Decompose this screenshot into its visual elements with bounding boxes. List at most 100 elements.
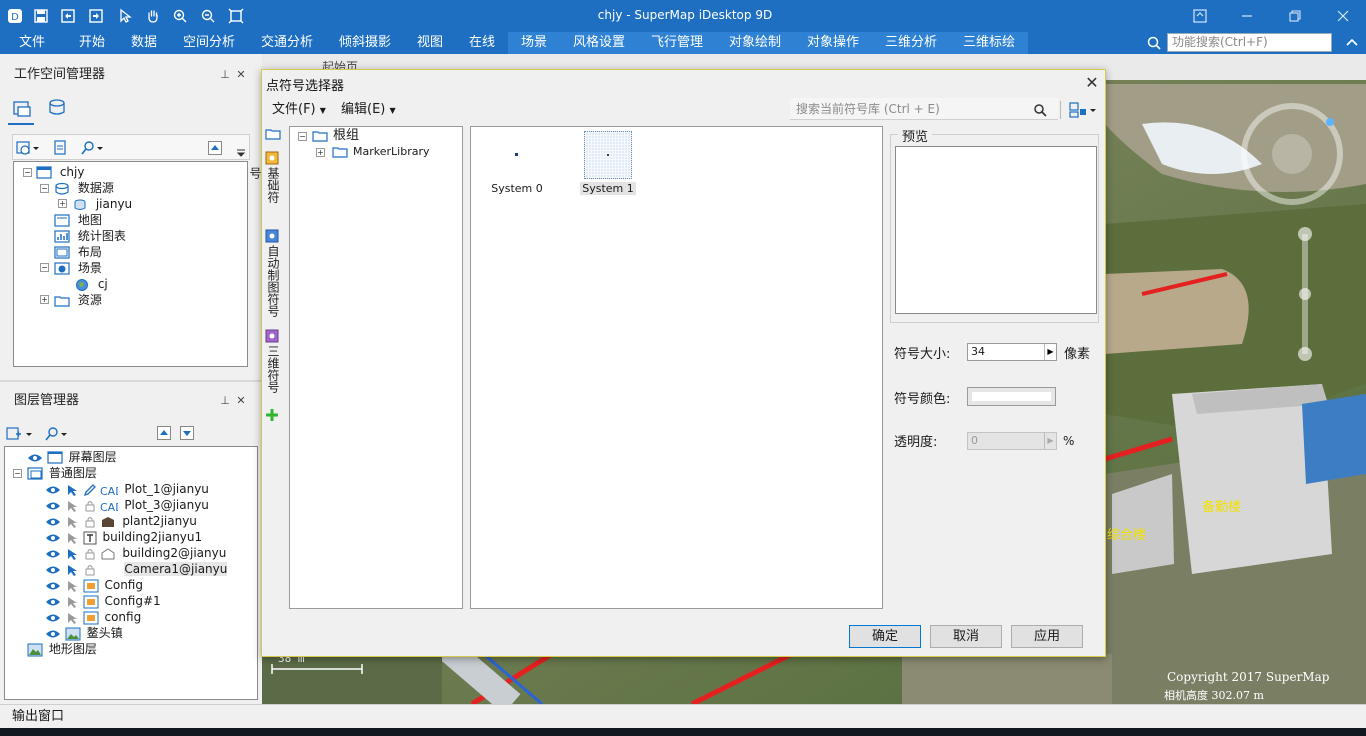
eye-icon[interactable] xyxy=(45,580,61,592)
close-window-icon[interactable] xyxy=(1328,4,1358,28)
menu-object-operation[interactable]: 对象操作 xyxy=(794,32,872,54)
save-icon[interactable] xyxy=(30,5,52,27)
expand-toggle[interactable]: + xyxy=(58,199,67,208)
eye-icon[interactable] xyxy=(45,516,61,528)
layer-row[interactable]: plant2jianyu xyxy=(45,513,197,529)
symbol-item-system-0[interactable]: System 0 xyxy=(481,129,553,199)
full-extent-icon[interactable] xyxy=(225,5,247,27)
menu-object-draw[interactable]: 对象绘制 xyxy=(716,32,794,54)
spin-right-icon[interactable]: ▶ xyxy=(1044,344,1056,360)
move-up-icon[interactable] xyxy=(157,426,171,440)
tab-auto-map-symbols[interactable]: 自动制图符号 xyxy=(264,245,282,317)
restore-icon[interactable] xyxy=(1280,4,1310,28)
lock-icon[interactable] xyxy=(83,563,97,577)
tree-node-scene-cj[interactable]: cj xyxy=(74,276,108,292)
eye-icon[interactable] xyxy=(45,564,61,576)
tab-basic-symbols[interactable]: 基础符号 xyxy=(248,167,282,211)
layer-row[interactable]: building2jianyu1 xyxy=(45,529,202,545)
dialog-menu-file[interactable]: 文件(F) ▼ xyxy=(272,101,326,119)
opacity-input[interactable]: 0 ▶ xyxy=(967,432,1057,450)
search-icon[interactable] xyxy=(1146,35,1162,51)
search-icon[interactable] xyxy=(1033,103,1047,117)
layer-row[interactable]: 鳌头镇 xyxy=(45,625,123,641)
layer-row[interactable]: building2@jianyu xyxy=(45,545,226,561)
tree-node-root-group[interactable]: 根组 xyxy=(333,128,359,144)
folder-icon[interactable] xyxy=(265,127,281,141)
menu-3d-analysis[interactable]: 三维分析 xyxy=(872,32,950,54)
view-mode-icon[interactable] xyxy=(1068,101,1100,119)
tree-node-terrain-layer[interactable]: 地形图层 xyxy=(27,641,97,657)
tree-node-datasource-jianyu[interactable]: jianyu xyxy=(72,196,132,212)
menu-file[interactable]: 文件 xyxy=(8,32,56,54)
apply-button[interactable]: 应用 xyxy=(1011,625,1083,648)
dialog-menu-edit[interactable]: 编辑(E) ▼ xyxy=(341,101,396,119)
eye-icon[interactable] xyxy=(45,532,61,544)
tree-node-maps[interactable]: 地图 xyxy=(54,212,102,228)
editable-pen-icon[interactable] xyxy=(83,483,97,497)
close-file-icon[interactable] xyxy=(85,5,107,27)
resource-tab-icon[interactable] xyxy=(46,98,68,118)
tree-node-marker-library[interactable]: MarkerLibrary xyxy=(353,144,429,160)
zoom-out-icon[interactable] xyxy=(197,5,219,27)
menu-view[interactable]: 视图 xyxy=(410,32,450,54)
minimize-icon[interactable] xyxy=(1232,4,1262,28)
expand-toggle[interactable]: + xyxy=(316,148,325,157)
document-icon[interactable] xyxy=(52,140,68,156)
add-icon[interactable] xyxy=(264,407,280,423)
menu-style-settings[interactable]: 风格设置 xyxy=(560,32,638,54)
panel-splitter[interactable] xyxy=(0,380,262,382)
selectable-arrow-icon[interactable] xyxy=(65,531,79,545)
toolbar-overflow-icon[interactable] xyxy=(236,148,246,158)
open-icon[interactable] xyxy=(57,5,79,27)
layer-row[interactable]: CAD Plot_3@jianyu xyxy=(45,497,209,513)
output-window-tab[interactable]: 输出窗口 xyxy=(0,704,1366,728)
symbol-size-input[interactable]: 34 ▶ xyxy=(967,343,1057,361)
lock-icon[interactable] xyxy=(83,515,97,529)
menu-online[interactable]: 在线 xyxy=(462,32,502,54)
selectable-arrow-icon[interactable] xyxy=(65,547,79,561)
tree-node-charts[interactable]: 统计图表 xyxy=(54,228,126,244)
move-down-icon[interactable] xyxy=(180,426,194,440)
menu-spatial-analysis[interactable]: 空间分析 xyxy=(176,32,242,54)
selectable-arrow-icon[interactable] xyxy=(65,579,79,593)
selectable-arrow-icon[interactable] xyxy=(65,515,79,529)
menu-start[interactable]: 开始 xyxy=(68,32,116,54)
tree-node-datasources[interactable]: 数据源 xyxy=(54,180,114,196)
collapse-toggle[interactable]: − xyxy=(23,168,32,177)
cancel-button[interactable]: 取消 xyxy=(930,625,1002,648)
tree-node-workspace[interactable]: chjy xyxy=(36,164,84,180)
eye-icon[interactable] xyxy=(27,452,43,464)
app-logo-icon[interactable]: D xyxy=(4,5,26,27)
collapse-toggle[interactable]: − xyxy=(40,263,49,272)
function-search-input[interactable]: 功能搜索(Ctrl+F) xyxy=(1167,33,1332,52)
pin-icon[interactable]: ⊥ xyxy=(218,394,232,408)
layer-row[interactable]: config xyxy=(45,609,141,625)
layer-row[interactable]: CAD Plot_1@jianyu xyxy=(45,481,209,497)
menu-scene[interactable]: 场景 xyxy=(508,32,560,54)
eye-icon[interactable] xyxy=(45,612,61,624)
eye-icon[interactable] xyxy=(45,484,61,496)
close-icon[interactable]: ✕ xyxy=(234,68,248,82)
add-layer-icon[interactable] xyxy=(6,426,34,442)
spin-right-icon[interactable]: ▶ xyxy=(1044,433,1056,449)
menu-data[interactable]: 数据 xyxy=(120,32,168,54)
zoom-in-icon[interactable] xyxy=(169,5,191,27)
workspace-tab-icon[interactable] xyxy=(12,99,32,119)
selectable-arrow-icon[interactable] xyxy=(65,563,79,577)
selectable-arrow-icon[interactable] xyxy=(65,483,79,497)
pin-icon[interactable]: ⊥ xyxy=(218,68,232,82)
tree-node-layouts[interactable]: 布局 xyxy=(54,244,102,260)
search-dropdown-icon[interactable] xyxy=(44,426,70,442)
close-icon[interactable]: ✕ xyxy=(234,394,248,408)
symbol-color-picker[interactable] xyxy=(967,387,1056,406)
select-arrow-icon[interactable] xyxy=(114,5,136,27)
menu-traffic-analysis[interactable]: 交通分析 xyxy=(254,32,320,54)
selectable-arrow-icon[interactable] xyxy=(65,499,79,513)
eye-icon[interactable] xyxy=(45,596,61,608)
lock-icon[interactable] xyxy=(83,547,97,561)
collapse-toggle[interactable]: − xyxy=(13,469,22,478)
search-dropdown-icon[interactable] xyxy=(80,140,106,156)
chevron-up-icon[interactable] xyxy=(1344,35,1360,51)
selectable-arrow-icon[interactable] xyxy=(65,595,79,609)
tree-node-scenes[interactable]: 场景 xyxy=(54,260,102,276)
